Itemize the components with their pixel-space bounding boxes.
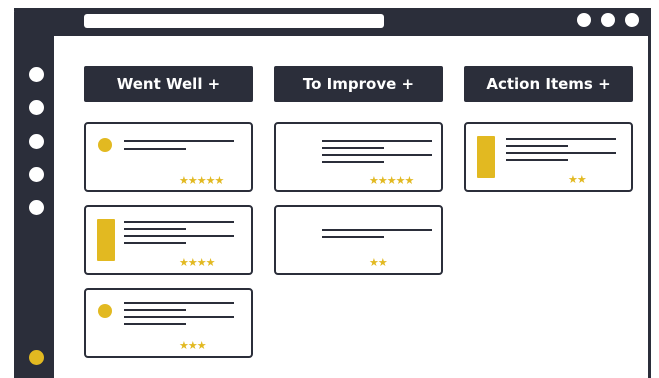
text-line	[124, 235, 234, 237]
text-line	[124, 242, 186, 244]
text-line	[124, 148, 186, 150]
nav-dot-icon[interactable]	[29, 67, 44, 82]
card-went-well-1[interactable]: ★★★★★	[84, 122, 253, 192]
star-rating: ★★	[568, 173, 587, 186]
text-line	[322, 236, 384, 238]
dot-marker-icon	[98, 138, 112, 152]
text-line	[124, 228, 186, 230]
star-rating: ★★	[369, 256, 388, 269]
text-line	[124, 140, 234, 142]
text-line	[322, 147, 384, 149]
text-line	[322, 161, 384, 163]
text-line	[124, 302, 234, 304]
window-dot-icon[interactable]	[601, 13, 615, 27]
window-dot-icon[interactable]	[577, 13, 591, 27]
nav-dot-icon[interactable]	[29, 167, 44, 182]
bar-marker-icon	[97, 219, 115, 261]
text-line	[322, 140, 432, 142]
bar-marker-icon	[477, 136, 495, 178]
text-line	[124, 309, 186, 311]
card-went-well-2[interactable]: ★★★★	[84, 205, 253, 275]
star-rating: ★★★★★	[179, 174, 224, 187]
text-line	[506, 145, 568, 147]
column-header-action-items[interactable]: Action Items +	[464, 66, 633, 102]
card-went-well-3[interactable]: ★★★	[84, 288, 253, 358]
nav-dot-icon[interactable]	[29, 200, 44, 215]
text-line	[506, 152, 616, 154]
dot-marker-icon	[98, 304, 112, 318]
star-rating: ★★★	[179, 339, 207, 352]
card-to-improve-2[interactable]: ★★	[274, 205, 443, 275]
text-line	[322, 229, 432, 231]
text-line	[506, 138, 616, 140]
card-to-improve-1[interactable]: ★★★★★	[274, 122, 443, 192]
star-rating: ★★★★	[179, 256, 215, 269]
nav-dot-icon[interactable]	[29, 134, 44, 149]
window-dot-icon[interactable]	[625, 13, 639, 27]
column-header-to-improve[interactable]: To Improve +	[274, 66, 443, 102]
card-action-items-1[interactable]: ★★	[464, 122, 633, 192]
active-nav-dot-icon[interactable]	[29, 350, 44, 365]
text-line	[322, 154, 432, 156]
column-header-went-well[interactable]: Went Well +	[84, 66, 253, 102]
text-line	[506, 159, 568, 161]
text-line	[124, 323, 186, 325]
nav-dot-icon[interactable]	[29, 100, 44, 115]
text-line	[124, 316, 234, 318]
star-rating: ★★★★★	[369, 174, 414, 187]
address-bar[interactable]	[84, 14, 384, 28]
text-line	[124, 221, 234, 223]
